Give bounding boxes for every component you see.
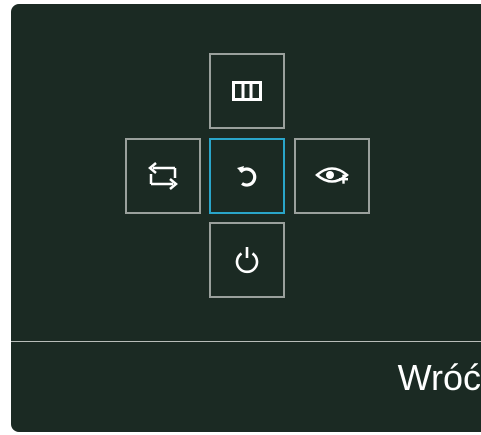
eye-saver-button[interactable] bbox=[294, 138, 370, 214]
source-switch-icon bbox=[148, 162, 178, 190]
source-switch-button[interactable] bbox=[125, 138, 201, 214]
return-button[interactable] bbox=[209, 138, 285, 214]
power-icon bbox=[235, 247, 259, 274]
osd-menu-panel: Wróć bbox=[11, 4, 481, 432]
eye-saver-icon bbox=[315, 167, 349, 184]
selected-action-label: Wróć bbox=[397, 357, 481, 398]
columns-icon bbox=[232, 81, 262, 101]
picture-mode-button[interactable] bbox=[209, 53, 285, 129]
return-icon bbox=[237, 166, 257, 187]
power-button[interactable] bbox=[209, 222, 285, 298]
divider bbox=[11, 341, 481, 342]
